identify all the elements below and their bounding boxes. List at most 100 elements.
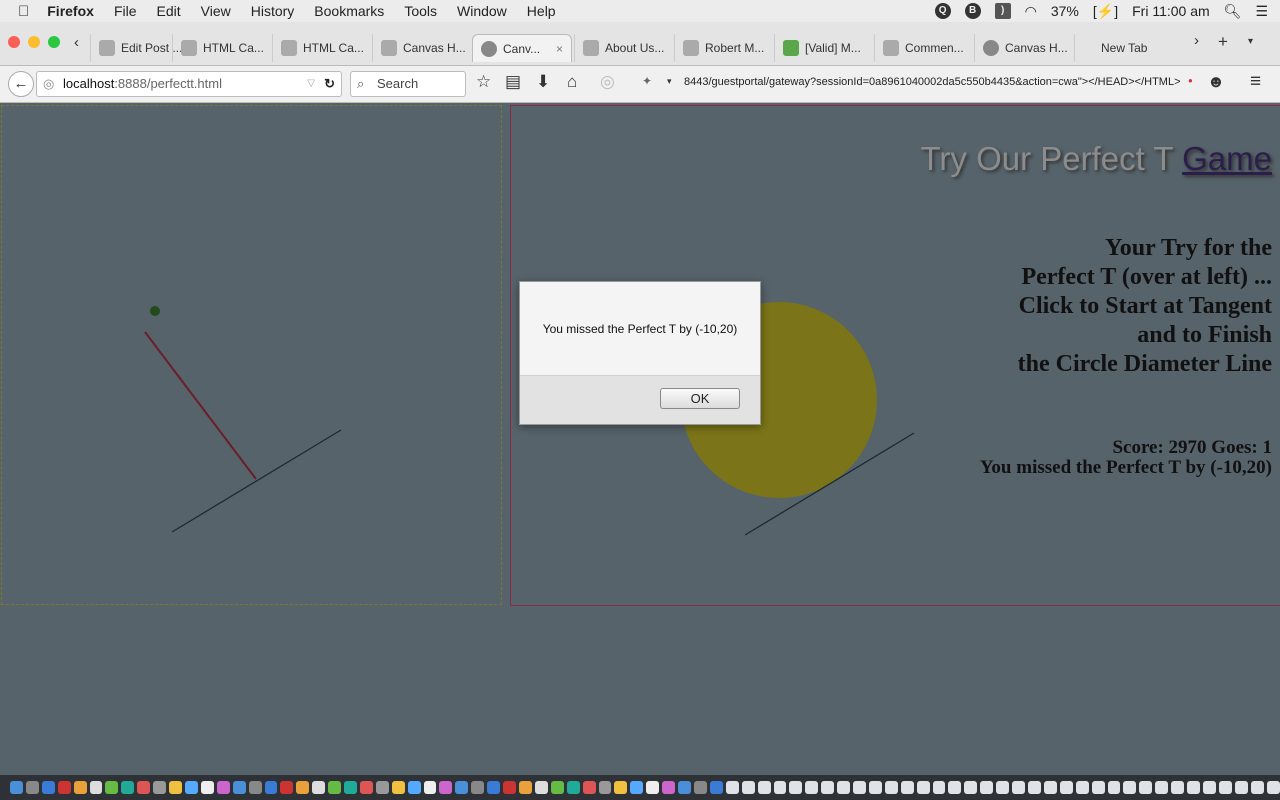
search-input[interactable]: ⌕ Search — [350, 71, 466, 97]
dock-app-icon[interactable] — [821, 781, 835, 794]
tab[interactable]: Canvas H... — [974, 34, 1074, 62]
bitcoin-status-icon[interactable]: B — [964, 3, 981, 19]
dock-app-icon[interactable] — [105, 781, 119, 794]
dock-app-icon[interactable] — [725, 781, 739, 794]
minimize-window-button[interactable] — [28, 36, 40, 48]
dock-app-icon[interactable] — [153, 781, 167, 794]
dock-app-icon[interactable] — [916, 781, 930, 794]
dock-app-icon[interactable] — [1028, 781, 1041, 794]
dock-app-icon[interactable] — [646, 781, 660, 794]
extension-icon[interactable]: ✦ — [642, 74, 652, 88]
dock-app-icon[interactable] — [630, 781, 644, 794]
dock-app-icon[interactable] — [884, 781, 898, 794]
dock-app-icon[interactable] — [359, 781, 373, 794]
menu-tools[interactable]: Tools — [404, 3, 437, 19]
dock-app-icon[interactable] — [757, 781, 771, 794]
menu-history[interactable]: History — [251, 3, 295, 19]
dock-app-icon[interactable] — [328, 781, 342, 794]
clock[interactable]: Fri 11:00 am — [1132, 3, 1210, 19]
dock-app-icon[interactable] — [1012, 781, 1025, 794]
reload-icon[interactable]: ↻ — [324, 72, 335, 96]
dock-app-icon[interactable] — [709, 781, 723, 794]
dock-app-icon[interactable] — [407, 781, 421, 794]
reading-list-icon[interactable]: ▤ — [505, 72, 521, 92]
menu-bookmarks[interactable]: Bookmarks — [314, 3, 384, 19]
dock-app-icon[interactable] — [598, 781, 612, 794]
dock-app-icon[interactable] — [121, 781, 135, 794]
status-app-icon[interactable]: Q — [934, 3, 951, 19]
scroll-tabs-right-icon[interactable]: › — [1194, 32, 1199, 49]
dock-app-icon[interactable] — [614, 781, 628, 794]
tab[interactable]: Canvas H... — [372, 34, 472, 62]
battery-percent[interactable]: 37% — [1051, 3, 1079, 19]
dock-app-icon[interactable] — [41, 781, 55, 794]
dock-app-icon[interactable] — [773, 781, 787, 794]
menu-window[interactable]: Window — [457, 3, 507, 19]
dock-app-icon[interactable] — [900, 781, 914, 794]
dock-app-icon[interactable] — [312, 781, 326, 794]
dock-app-icon[interactable] — [232, 781, 246, 794]
dock-app-icon[interactable] — [1171, 781, 1185, 794]
dock-app-icon[interactable] — [964, 781, 978, 794]
dock-app-icon[interactable] — [1075, 781, 1089, 794]
dock-app-icon[interactable] — [980, 781, 994, 794]
dock-app-icon[interactable] — [1139, 781, 1153, 794]
menu-edit[interactable]: Edit — [157, 3, 181, 19]
dock-app-icon[interactable] — [566, 781, 580, 794]
tab[interactable]: HTML Ca... — [172, 34, 272, 62]
dock-app-icon[interactable] — [169, 781, 182, 794]
dock-app-icon[interactable] — [25, 781, 39, 794]
dock-app-icon[interactable] — [837, 781, 851, 794]
scroll-tabs-left-icon[interactable]: ‹ — [74, 34, 79, 51]
dock-app-icon[interactable] — [200, 781, 214, 794]
dock-app-icon[interactable] — [216, 781, 230, 794]
dock-app-icon[interactable] — [248, 781, 262, 794]
dock-app-icon[interactable] — [1218, 781, 1232, 794]
dock-app-icon[interactable] — [789, 781, 803, 794]
dock-app-icon[interactable] — [1250, 781, 1264, 794]
url-dropdown-icon[interactable]: ▽ — [307, 72, 315, 96]
dock-app-icon[interactable] — [423, 781, 437, 794]
dock-app-icon[interactable] — [550, 781, 564, 794]
dock-app-icon[interactable] — [1202, 781, 1216, 794]
dock-app-icon[interactable] — [10, 781, 23, 794]
dock-app-icon[interactable] — [264, 781, 278, 794]
dock-app-icon[interactable] — [932, 781, 946, 794]
new-tab-button[interactable]: + — [1218, 32, 1228, 52]
dock-app-icon[interactable] — [693, 781, 707, 794]
perfect-t-canvas[interactable] — [1, 105, 502, 605]
dock-app-icon[interactable] — [280, 781, 294, 794]
apple-menu-icon[interactable]:  — [18, 3, 29, 20]
extension-dropdown-icon[interactable]: ▾ — [667, 76, 672, 87]
dock-app-icon[interactable] — [868, 781, 882, 794]
dock-app-icon[interactable] — [375, 781, 389, 794]
dock-app-icon[interactable] — [948, 781, 962, 794]
dock-app-icon[interactable] — [73, 781, 87, 794]
close-window-button[interactable] — [8, 36, 20, 48]
dock-app-icon[interactable] — [344, 781, 357, 794]
dock-app-icon[interactable] — [439, 781, 453, 794]
dock-app-icon[interactable] — [1043, 781, 1057, 794]
tab[interactable]: [Valid] M... — [774, 34, 874, 62]
dock-app-icon[interactable] — [1123, 781, 1137, 794]
dock-app-icon[interactable] — [741, 781, 755, 794]
tab[interactable]: HTML Ca... — [272, 34, 372, 62]
tab[interactable]: About Us... — [574, 34, 674, 62]
dock-app-icon[interactable] — [853, 781, 866, 794]
secondary-address-text[interactable]: 8443/guestportal/gateway?sessionId=0a896… — [684, 76, 1181, 88]
dock-app-icon[interactable] — [137, 781, 151, 794]
dock-app-icon[interactable] — [1107, 781, 1121, 794]
dock-app-icon[interactable] — [1091, 781, 1105, 794]
dock-app-icon[interactable] — [662, 781, 676, 794]
tab[interactable]: New Tab — [1074, 34, 1174, 62]
tab[interactable]: Robert M... — [674, 34, 774, 62]
dock-app-icon[interactable] — [582, 781, 596, 794]
dock-app-icon[interactable] — [1187, 781, 1200, 794]
close-tab-icon[interactable]: × — [556, 42, 563, 56]
menu-app-firefox[interactable]: Firefox — [47, 3, 94, 19]
battery-icon[interactable]: [⚡] — [1093, 3, 1118, 20]
zoom-window-button[interactable] — [48, 36, 60, 48]
url-bar[interactable]: ◎ localhost:8888/perfectt.html ▽ ↻ — [36, 71, 342, 97]
menu-view[interactable]: View — [201, 3, 231, 19]
dock-app-icon[interactable] — [184, 781, 198, 794]
